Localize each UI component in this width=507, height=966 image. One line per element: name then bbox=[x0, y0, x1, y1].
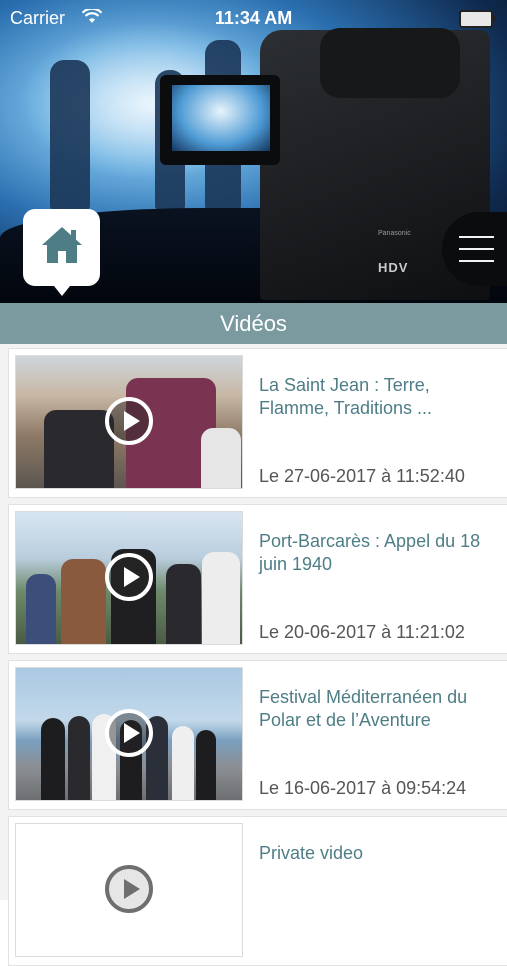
video-item[interactable]: Port-Barcarès : Appel du 18 juin 1940 Le… bbox=[8, 504, 507, 654]
home-icon bbox=[40, 225, 84, 270]
battery-icon bbox=[459, 10, 496, 28]
video-item[interactable]: La Saint Jean : Terre, Flamme, Tradition… bbox=[8, 348, 507, 498]
performer-silhouette bbox=[50, 60, 90, 210]
camera-label: HDV bbox=[378, 260, 409, 275]
video-title[interactable]: La Saint Jean : Terre, Flamme, Tradition… bbox=[259, 374, 504, 420]
video-title[interactable]: Private video bbox=[259, 842, 504, 865]
play-icon[interactable] bbox=[105, 397, 153, 445]
play-icon[interactable] bbox=[105, 553, 153, 601]
menu-button[interactable] bbox=[442, 212, 507, 286]
section-title: Vidéos bbox=[220, 311, 287, 336]
video-title[interactable]: Festival Méditerranéen du Polar et de l’… bbox=[259, 686, 504, 732]
video-item[interactable]: Private video bbox=[8, 816, 507, 966]
video-thumbnail[interactable] bbox=[15, 355, 243, 489]
section-header: Vidéos bbox=[0, 303, 507, 344]
hamburger-menu-icon bbox=[459, 236, 494, 238]
video-thumbnail[interactable] bbox=[15, 667, 243, 801]
video-title[interactable]: Port-Barcarès : Appel du 18 juin 1940 bbox=[259, 530, 504, 576]
clock: 11:34 AM bbox=[214, 8, 293, 28]
video-item[interactable]: Festival Méditerranéen du Polar et de l’… bbox=[8, 660, 507, 810]
status-bar: Carrier 11:34 AM bbox=[0, 0, 507, 36]
video-date: Le 16-06-2017 à 09:54:24 bbox=[259, 778, 467, 798]
video-date: Le 20-06-2017 à 11:21:02 bbox=[259, 622, 465, 642]
camera-brand: Panasonic bbox=[378, 230, 411, 237]
video-list[interactable]: La Saint Jean : Terre, Flamme, Tradition… bbox=[0, 344, 507, 966]
home-button[interactable] bbox=[23, 209, 100, 296]
video-thumbnail[interactable] bbox=[15, 511, 243, 645]
video-thumbnail[interactable] bbox=[15, 823, 243, 957]
play-icon[interactable] bbox=[105, 709, 153, 757]
play-icon[interactable] bbox=[105, 865, 153, 913]
video-date: Le 27-06-2017 à 11:52:40 bbox=[259, 466, 465, 486]
